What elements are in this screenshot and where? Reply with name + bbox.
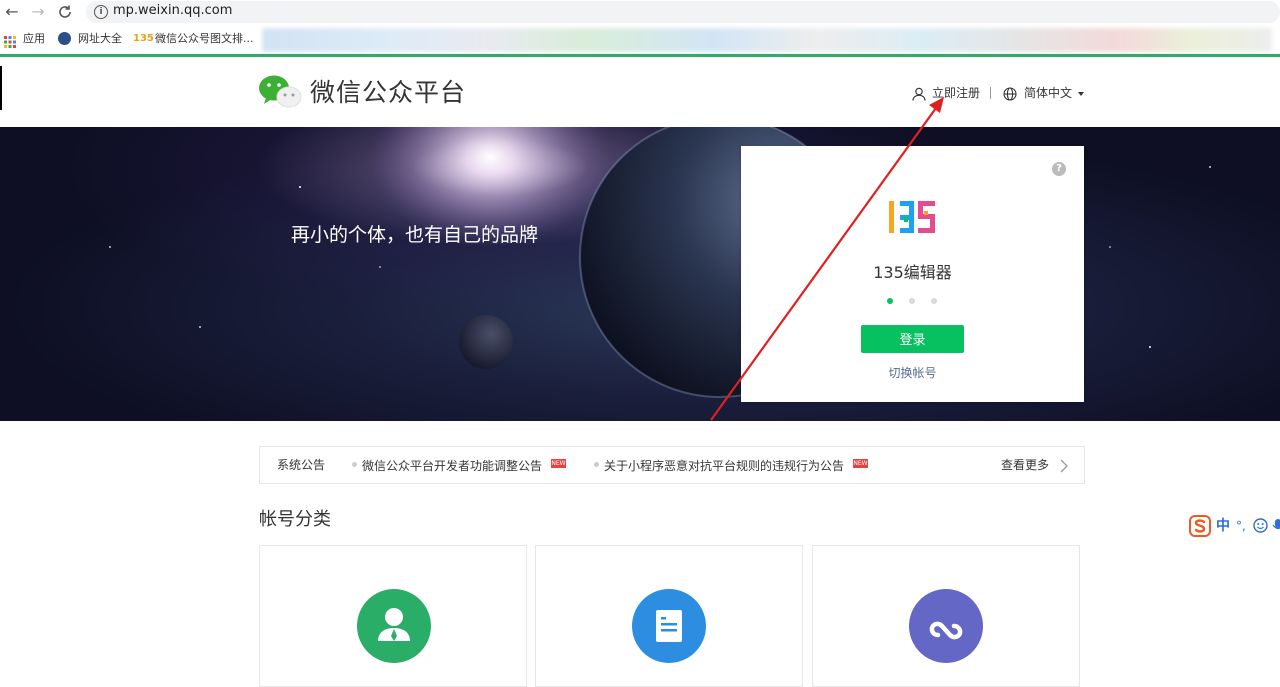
page-header (0, 57, 1280, 127)
banner-slogan: 再小的个体，也有自己的品牌 (291, 224, 539, 246)
new-badge: NEW (853, 459, 868, 468)
left-edge-bar (0, 66, 2, 110)
view-more-link[interactable]: 查看更多 (1001, 457, 1049, 473)
bookmark-wechat-editor[interactable]: 微信公众号图文排... (155, 32, 254, 46)
carousel-dot-3[interactable] (931, 298, 937, 304)
subscription-account-icon[interactable] (632, 589, 706, 663)
ime-language[interactable]: 中 (1216, 517, 1230, 535)
bookmark-url-directory[interactable]: 网址大全 (78, 32, 122, 46)
platform-title: 微信公众平台 (310, 78, 467, 107)
emoji-icon[interactable] (1253, 518, 1268, 533)
back-icon[interactable]: ← (2, 2, 22, 22)
url-text: mp.weixin.qq.com (113, 3, 233, 18)
mini-program-icon[interactable] (909, 589, 983, 663)
hero-banner (0, 127, 1280, 421)
login-button[interactable]: 登录 (861, 325, 964, 353)
ime-punctuation[interactable]: °, (1236, 517, 1246, 535)
notice-item[interactable]: 关于小程序恶意对抗平台规则的违规行为公告 (604, 458, 844, 474)
switch-account-link[interactable]: 切换帐号 (741, 365, 1084, 381)
chevron-right-icon[interactable] (1059, 458, 1069, 473)
notice-item[interactable]: 微信公众平台开发者功能调整公告 (362, 458, 542, 474)
apps-grid-icon[interactable] (4, 33, 16, 48)
notice-bullet-icon (352, 462, 357, 467)
url-field[interactable] (86, 1, 1280, 23)
account-name: 135编辑器 (873, 263, 952, 282)
site-info-icon[interactable]: i (94, 5, 108, 19)
help-icon[interactable]: ? (1052, 162, 1066, 176)
sogou-ime-icon[interactable] (1189, 515, 1211, 537)
notice-label: 系统公告 (277, 458, 326, 472)
bookmark-135-favicon-icon: 135 (133, 33, 154, 44)
chevron-down-icon[interactable] (1078, 92, 1084, 96)
service-account-icon[interactable] (357, 589, 431, 663)
bookmarks-blurred (262, 28, 1272, 52)
notice-bullet-icon (594, 462, 599, 467)
microphone-icon[interactable] (1272, 518, 1280, 533)
reload-icon[interactable] (55, 2, 75, 22)
language-selector[interactable]: 简体中文 (1024, 85, 1072, 101)
new-badge: NEW (551, 459, 566, 468)
forward-icon[interactable]: → (28, 2, 48, 22)
carousel-dot-1[interactable] (887, 298, 893, 304)
bookmark-favicon-icon (58, 32, 71, 45)
register-link[interactable]: 立即注册 (932, 85, 980, 101)
wechat-logo-icon[interactable] (258, 74, 302, 110)
space-illustration (109, 127, 1211, 398)
user-icon[interactable] (912, 86, 926, 101)
account-avatar (886, 197, 938, 237)
globe-icon[interactable] (1003, 86, 1017, 101)
carousel-dot-2[interactable] (909, 298, 915, 304)
header-divider (990, 87, 991, 99)
account-logo-135-icon (889, 201, 935, 233)
bookmark-apps[interactable]: 应用 (23, 32, 45, 46)
account-types-title: 帐号分类 (259, 509, 331, 530)
